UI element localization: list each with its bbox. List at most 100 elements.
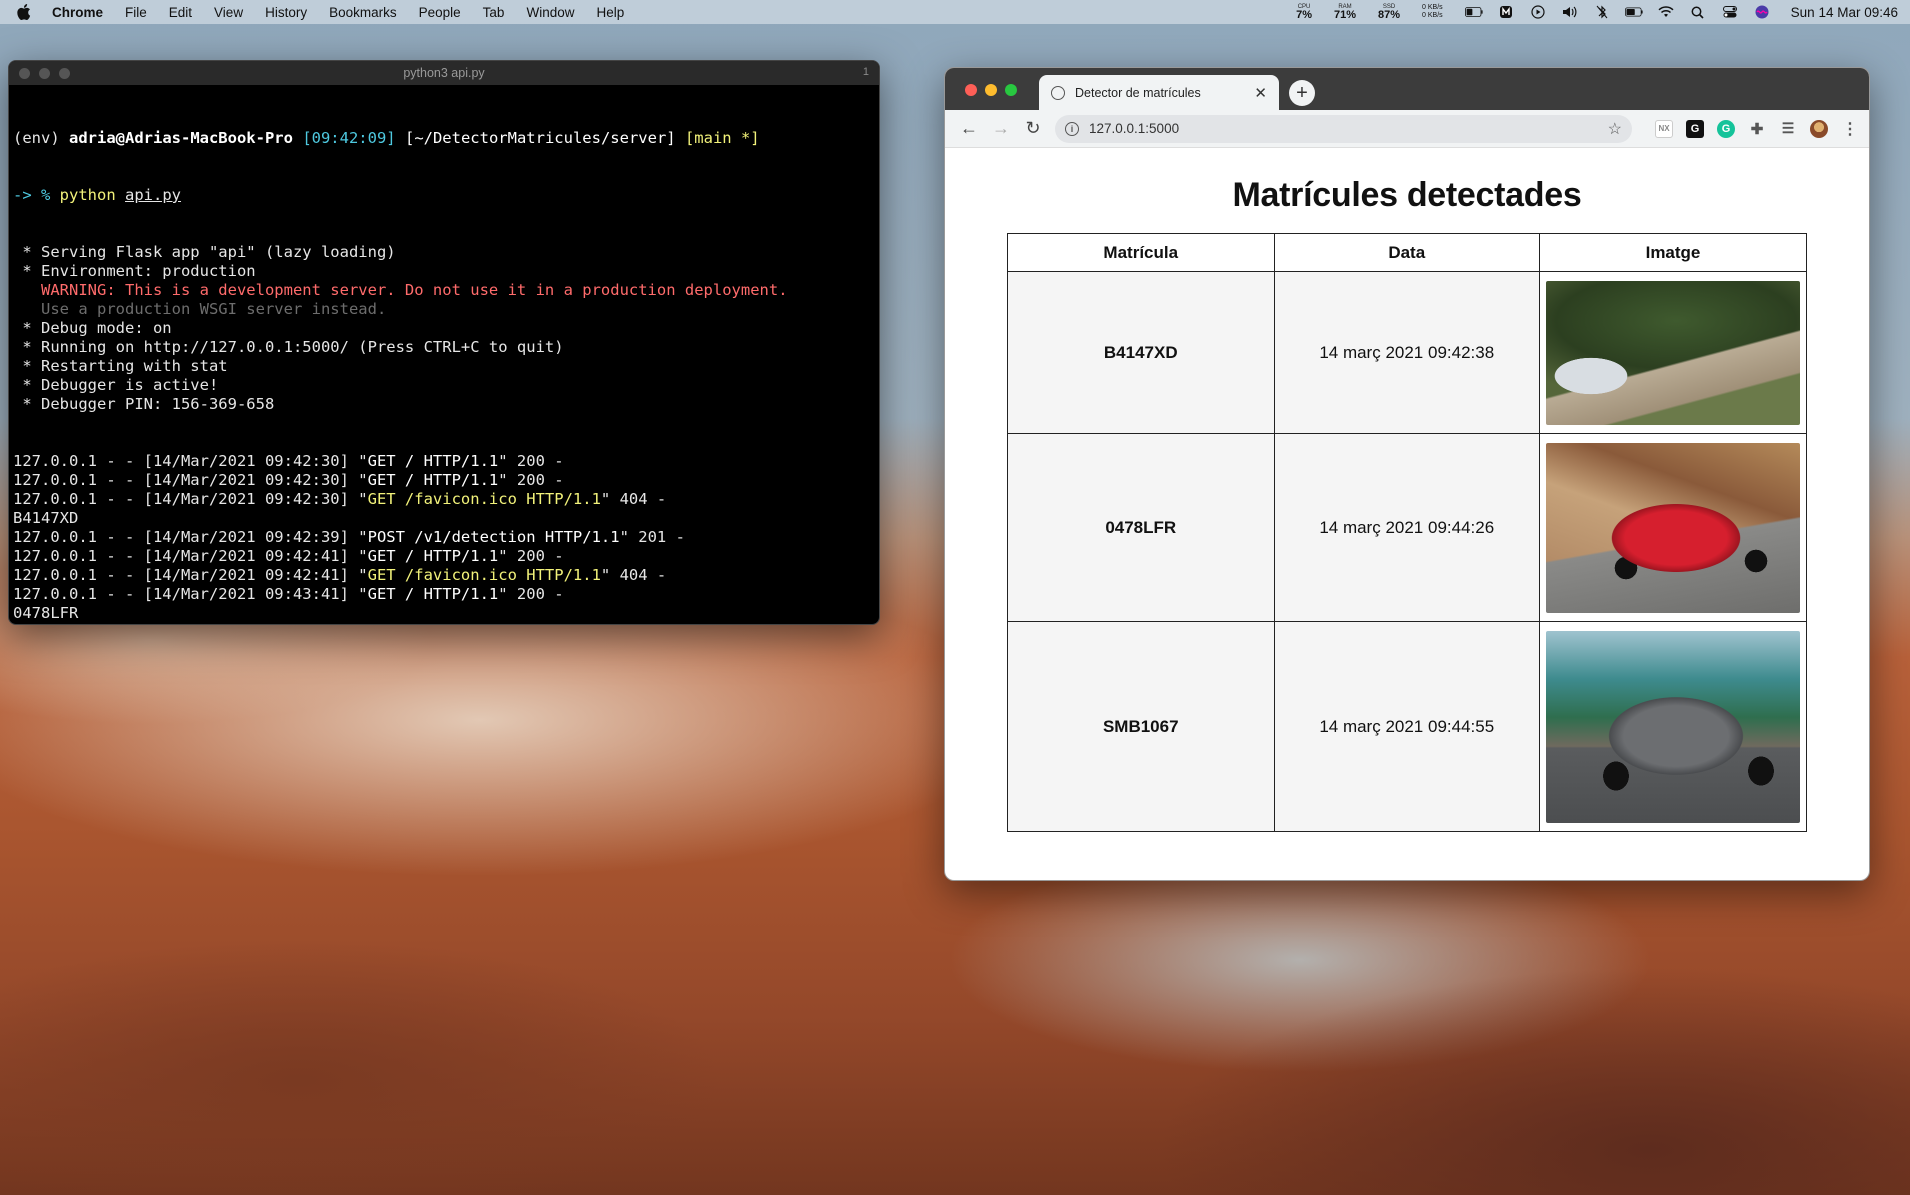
spotlight-search-icon[interactable] — [1689, 5, 1707, 19]
cpu-stat[interactable]: CPU 7% — [1296, 4, 1312, 21]
terminal-detected-plate: 0478LFR — [13, 604, 79, 622]
terminal-line: * Running on http://127.0.0.1:5000/ (Pre… — [13, 338, 564, 356]
log-request: GET / HTTP/1.1 — [367, 585, 499, 603]
plates-table: Matrícula Data Imatge B4147XD 14 març 20… — [1007, 233, 1808, 832]
menu-edit[interactable]: Edit — [169, 5, 192, 20]
battery-icon[interactable] — [1624, 5, 1643, 19]
menu-file[interactable]: File — [125, 5, 147, 20]
chrome-window-controls — [965, 84, 1017, 96]
tab-detector[interactable]: Detector de matrícules ✕ — [1039, 75, 1279, 110]
log-prefix: 127.0.0.1 - - [14/Mar/2021 09:42:30] " — [13, 490, 368, 508]
terminal-line: * Debug mode: on — [13, 319, 172, 337]
reload-icon[interactable]: ↻ — [1019, 115, 1047, 143]
close-tab-icon[interactable]: ✕ — [1254, 84, 1267, 102]
back-arrow-icon[interactable]: ← — [955, 115, 983, 143]
terminal-titlebar[interactable]: python3 api.py 1 — [9, 61, 879, 85]
chrome-close-button[interactable] — [965, 84, 977, 96]
wifi-icon[interactable] — [1657, 5, 1675, 19]
site-info-icon[interactable]: i — [1065, 121, 1079, 136]
log-request: GET / HTTP/1.1 — [367, 471, 499, 489]
tab-title: Detector de matrícules — [1075, 85, 1201, 100]
terminal-window-controls — [19, 68, 70, 79]
terminal-command-line: -> % python api.py — [13, 186, 875, 205]
menu-view[interactable]: View — [214, 5, 243, 20]
terminal-log-line: 127.0.0.1 - - [14/Mar/2021 09:42:41] "GE… — [13, 566, 875, 585]
menu-chrome[interactable]: Chrome — [52, 5, 103, 20]
ram-stat[interactable]: RAM 71% — [1334, 4, 1356, 21]
profile-avatar[interactable] — [1810, 119, 1828, 138]
log-status: " 201 - — [620, 623, 685, 624]
address-bar[interactable]: i 127.0.0.1:5000 ☆ — [1055, 114, 1632, 143]
apple-menu-icon[interactable] — [16, 4, 32, 20]
extension-g-icon[interactable]: G — [1686, 119, 1704, 138]
network-down: 0 KB/s — [1422, 12, 1443, 19]
menubar-status-area: CPU 7% RAM 71% SSD 87% 0 KB/s 0 KB/s Sun… — [1296, 0, 1898, 24]
terminal-log-line: 127.0.0.1 - - [14/Mar/2021 09:42:30] "GE… — [13, 490, 875, 509]
log-status: " 200 - — [498, 471, 564, 489]
car-photo[interactable] — [1545, 630, 1800, 823]
menu-tab[interactable]: Tab — [483, 5, 505, 20]
grammarly-icon[interactable]: G — [1717, 119, 1735, 138]
terminal-window[interactable]: python3 api.py 1 (env) adria@Adrias-MacB… — [8, 60, 880, 625]
app-monitor-icon[interactable] — [1497, 5, 1515, 19]
plate-cell: 0478LFR — [1007, 433, 1275, 622]
menu-window[interactable]: Window — [526, 5, 574, 20]
menubar-clock[interactable]: Sun 14 Mar 09:46 — [1791, 5, 1898, 20]
play-icon[interactable] — [1529, 5, 1547, 19]
table-row: 0478LFR 14 març 2021 09:44:26 — [1007, 433, 1808, 622]
log-prefix: 127.0.0.1 - - [14/Mar/2021 09:42:30] " — [13, 452, 368, 470]
terminal-log-line: 127.0.0.1 - - [14/Mar/2021 09:42:30] "GE… — [13, 471, 875, 490]
chrome-zoom-button[interactable] — [1005, 84, 1017, 96]
terminal-log-line: 127.0.0.1 - - [14/Mar/2021 09:42:41] "GE… — [13, 547, 875, 566]
terminal-minimize-button[interactable] — [39, 68, 50, 79]
siri-icon[interactable] — [1753, 5, 1771, 19]
extension-nx-icon[interactable]: NX — [1655, 119, 1673, 138]
page-content: Matrícules detectades Matrícula Data Ima… — [945, 148, 1869, 832]
terminal-line: * Environment: production — [13, 262, 256, 280]
log-request: POST /v1/detection HTTP/1.1 — [368, 623, 620, 624]
bookmark-star-icon[interactable]: ☆ — [1608, 119, 1622, 139]
column-header-plate: Matrícula — [1007, 233, 1275, 272]
table-header-row: Matrícula Data Imatge — [1007, 233, 1808, 272]
menu-bookmarks[interactable]: Bookmarks — [329, 5, 397, 20]
chrome-menu-icon[interactable]: ⋮ — [1841, 120, 1859, 138]
prompt-arrow: -> % — [13, 186, 51, 204]
address-url: 127.0.0.1:5000 — [1089, 121, 1180, 136]
reading-list-icon[interactable]: ☰ — [1779, 120, 1797, 138]
terminal-line: * Serving Flask app "api" (lazy loading) — [13, 243, 396, 261]
log-status: " 200 - — [498, 452, 564, 470]
plate-cell: SMB1067 — [1007, 621, 1275, 832]
terminal-close-button[interactable] — [19, 68, 30, 79]
forward-arrow-icon[interactable]: → — [987, 115, 1015, 143]
log-status: " 200 - — [498, 585, 564, 603]
log-request: GET / HTTP/1.1 — [367, 452, 499, 470]
new-tab-button[interactable]: + — [1289, 80, 1315, 106]
control-center-icon[interactable] — [1721, 5, 1739, 19]
prompt-time: [09:42:09] — [302, 129, 396, 147]
column-header-image: Imatge — [1538, 233, 1808, 272]
terminal-output[interactable]: (env) adria@Adrias-MacBook-Pro [09:42:09… — [9, 85, 879, 624]
battery-monitor-icon[interactable] — [1464, 5, 1483, 19]
chrome-toolbar: ← → ↻ i 127.0.0.1:5000 ☆ NX G G ✚ ☰ ⋮ — [945, 110, 1869, 148]
extensions-puzzle-icon[interactable]: ✚ — [1748, 120, 1766, 138]
terminal-request-log: 127.0.0.1 - - [14/Mar/2021 09:42:30] "GE… — [13, 452, 875, 624]
log-prefix: 127.0.0.1 - - [14/Mar/2021 09:42:30] " — [13, 471, 368, 489]
prompt-env: (env) — [13, 129, 69, 147]
car-photo[interactable] — [1545, 442, 1800, 613]
bluetooth-off-icon[interactable] — [1593, 5, 1611, 19]
menu-history[interactable]: History — [265, 5, 307, 20]
ssd-stat[interactable]: SSD 87% — [1378, 4, 1400, 21]
volume-icon[interactable] — [1561, 5, 1579, 19]
chrome-window[interactable]: Detector de matrícules ✕ + ← → ↻ i 127.0… — [944, 67, 1870, 881]
log-status: " 200 - — [498, 547, 564, 565]
menu-help[interactable]: Help — [596, 5, 624, 20]
network-stat[interactable]: 0 KB/s 0 KB/s — [1422, 4, 1443, 20]
chrome-tab-strip[interactable]: Detector de matrícules ✕ + — [945, 68, 1869, 110]
chrome-minimize-button[interactable] — [985, 84, 997, 96]
log-request: GET /favicon.ico HTTP/1.1 — [367, 490, 601, 508]
menu-people[interactable]: People — [419, 5, 461, 20]
date-cell: 14 març 2021 09:44:55 — [1273, 621, 1540, 832]
terminal-zoom-button[interactable] — [59, 68, 70, 79]
image-cell — [1538, 433, 1808, 622]
car-photo[interactable] — [1545, 280, 1800, 425]
